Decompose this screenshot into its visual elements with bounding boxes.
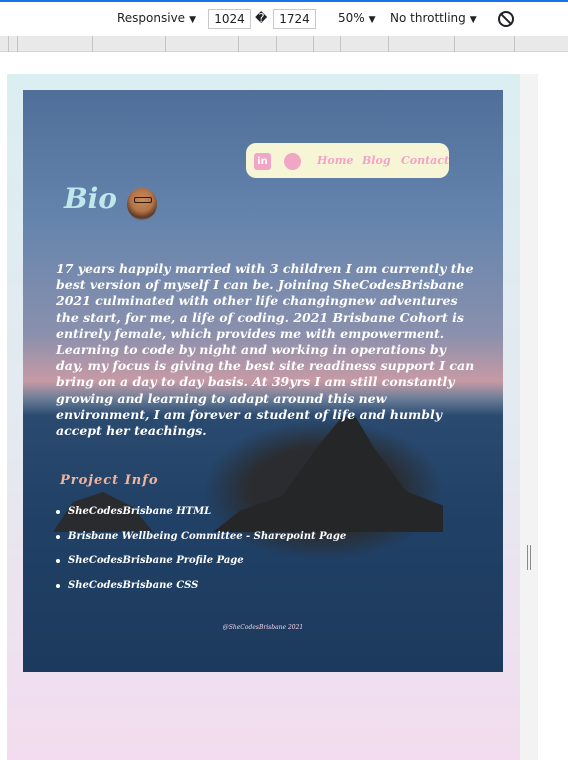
- list-item: SheCodesBrisbane CSS: [54, 580, 346, 605]
- navbar: in Home Blog Contact: [246, 143, 449, 178]
- page: in Home Blog Contact Bio 17 years happil…: [7, 74, 520, 760]
- github-icon[interactable]: [284, 153, 301, 170]
- hero-background: in Home Blog Contact Bio 17 years happil…: [23, 90, 503, 672]
- footer-credit: @SheCodesBrisbane 2021: [222, 624, 304, 631]
- throttling-dropdown[interactable]: No throttling ▼: [390, 11, 477, 25]
- zoom-label: 50%: [338, 11, 365, 25]
- media-query-ruler[interactable]: [0, 36, 568, 52]
- chevron-down-icon: ▼: [368, 15, 376, 25]
- device-toolbar: Responsive ▼ 1024 � 1724 50% ▼ No throttli…: [0, 0, 568, 36]
- nav-link-blog[interactable]: Blog: [362, 154, 391, 167]
- project-list: SheCodesBrisbane HTML Brisbane Wellbeing…: [54, 506, 346, 605]
- linkedin-icon[interactable]: in: [254, 153, 271, 170]
- nav-link-contact[interactable]: Contact: [401, 154, 449, 167]
- bio-paragraph: 17 years happily married with 3 children…: [56, 261, 475, 439]
- avatar: [126, 187, 158, 221]
- swap-dimensions-icon[interactable]: �: [255, 11, 267, 25]
- zoom-dropdown[interactable]: 50% ▼: [338, 11, 376, 25]
- viewport-area: in Home Blog Contact Bio 17 years happil…: [0, 52, 568, 760]
- project-info-heading: Project Info: [60, 473, 159, 488]
- resize-handle[interactable]: [527, 545, 531, 570]
- chevron-down-icon: ▼: [469, 15, 477, 25]
- list-item: Brisbane Wellbeing Committee - Sharepoin…: [54, 531, 346, 556]
- bio-heading: Bio: [64, 182, 117, 215]
- viewport-gutter: [520, 74, 538, 760]
- width-input[interactable]: 1024: [208, 9, 251, 29]
- disable-cache-icon[interactable]: [498, 11, 514, 27]
- list-item: SheCodesBrisbane HTML: [54, 506, 346, 531]
- device-mode-label: Responsive: [117, 11, 186, 25]
- nav-link-home[interactable]: Home: [317, 154, 353, 167]
- device-mode-dropdown[interactable]: Responsive ▼: [117, 11, 196, 25]
- throttling-label: No throttling: [390, 11, 466, 25]
- height-input[interactable]: 1724: [273, 9, 316, 29]
- chevron-down-icon: ▼: [189, 15, 196, 25]
- list-item: SheCodesBrisbane Profile Page: [54, 555, 346, 580]
